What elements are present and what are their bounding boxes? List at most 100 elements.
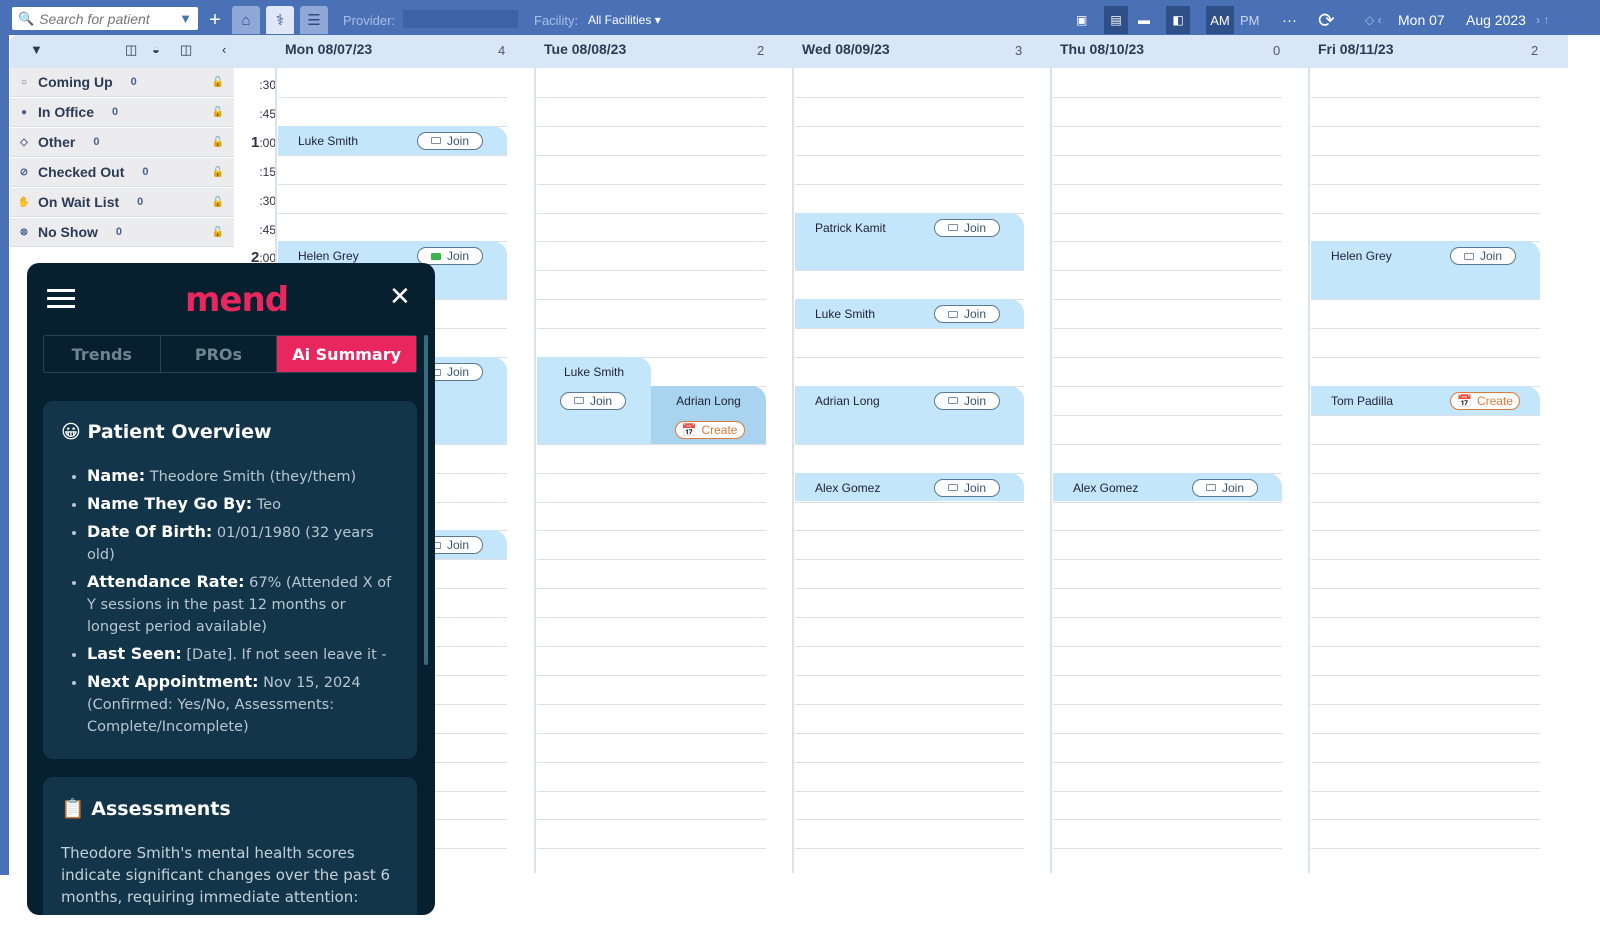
time-slot[interactable] bbox=[795, 674, 1024, 676]
join-button[interactable]: Join bbox=[934, 391, 1000, 410]
time-slot[interactable] bbox=[1053, 299, 1282, 301]
time-slot[interactable] bbox=[1053, 617, 1282, 619]
time-slot[interactable] bbox=[1311, 357, 1540, 358]
time-slot[interactable] bbox=[1053, 588, 1282, 590]
time-slot[interactable] bbox=[1053, 674, 1282, 676]
time-slot[interactable] bbox=[537, 703, 766, 705]
time-slot[interactable] bbox=[1053, 241, 1282, 243]
time-slot[interactable] bbox=[1311, 732, 1540, 734]
time-slot[interactable] bbox=[1053, 154, 1282, 156]
time-slot[interactable] bbox=[795, 646, 1024, 647]
time-slot[interactable] bbox=[1311, 472, 1540, 474]
tab-trends[interactable]: Trends bbox=[44, 336, 161, 372]
status-row[interactable]: ✋ On Wait List 0 🔓 bbox=[10, 188, 234, 217]
time-slot[interactable] bbox=[537, 674, 766, 676]
time-slot[interactable] bbox=[537, 501, 766, 503]
time-slot[interactable] bbox=[537, 299, 766, 301]
view-month-icon[interactable]: ▬ bbox=[1138, 6, 1150, 34]
time-slot[interactable] bbox=[1053, 819, 1282, 821]
time-slot[interactable] bbox=[537, 790, 766, 792]
facility-select[interactable]: All Facilities ▾ bbox=[588, 6, 661, 34]
time-slot[interactable] bbox=[795, 732, 1024, 734]
lock-icon[interactable]: 🔓 bbox=[212, 77, 224, 88]
time-slot[interactable] bbox=[1311, 443, 1540, 445]
current-month[interactable]: Aug 2023 bbox=[1466, 6, 1526, 34]
join-button[interactable]: Join bbox=[1192, 478, 1258, 497]
time-slot[interactable] bbox=[537, 617, 766, 619]
filter-icon[interactable]: ▼ bbox=[30, 42, 43, 57]
panel-scrollbar[interactable] bbox=[424, 335, 428, 665]
time-slot[interactable] bbox=[1053, 761, 1282, 763]
time-slot[interactable] bbox=[537, 530, 766, 532]
day-header[interactable]: Thu 08/10/23 bbox=[1060, 41, 1144, 57]
time-slot[interactable] bbox=[1053, 790, 1282, 792]
list-button[interactable]: ☰ bbox=[300, 6, 328, 34]
time-slot[interactable] bbox=[795, 270, 1024, 272]
lock-icon[interactable]: 🔓 bbox=[212, 137, 224, 148]
time-slot[interactable] bbox=[1311, 848, 1540, 850]
time-slot[interactable] bbox=[1053, 646, 1282, 647]
time-slot[interactable] bbox=[1311, 617, 1540, 619]
status-row[interactable]: ⊗ No Show 0 🔓 bbox=[10, 218, 234, 247]
time-slot[interactable] bbox=[1053, 559, 1282, 561]
time-slot[interactable] bbox=[278, 212, 507, 214]
time-slot[interactable] bbox=[795, 617, 1024, 619]
time-slot[interactable] bbox=[537, 154, 766, 156]
time-slot[interactable] bbox=[795, 443, 1024, 445]
day-header[interactable]: Fri 08/11/23 bbox=[1318, 41, 1394, 57]
pm-toggle[interactable]: PM bbox=[1240, 6, 1260, 34]
time-slot[interactable] bbox=[1311, 761, 1540, 763]
status-row[interactable]: ○ Coming Up 0 🔓 bbox=[10, 68, 234, 97]
time-slot[interactable] bbox=[1053, 96, 1282, 98]
provider-select[interactable] bbox=[403, 10, 518, 28]
create-button[interactable]: 📅 Create bbox=[674, 420, 745, 439]
time-slot[interactable] bbox=[537, 761, 766, 763]
time-slot[interactable] bbox=[1311, 588, 1540, 590]
time-slot[interactable] bbox=[1311, 646, 1540, 647]
time-slot[interactable] bbox=[1053, 530, 1282, 532]
time-slot[interactable] bbox=[1311, 183, 1540, 185]
time-slot[interactable] bbox=[1311, 559, 1540, 561]
time-slot[interactable] bbox=[1311, 125, 1540, 127]
time-slot[interactable] bbox=[537, 241, 766, 243]
join-button[interactable]: Join bbox=[934, 218, 1000, 237]
time-slot[interactable] bbox=[537, 96, 766, 98]
time-slot[interactable] bbox=[795, 154, 1024, 156]
time-slot[interactable] bbox=[537, 819, 766, 821]
time-slot[interactable] bbox=[795, 96, 1024, 98]
time-slot[interactable] bbox=[537, 270, 766, 272]
time-slot[interactable] bbox=[1311, 328, 1540, 330]
view-day-icon[interactable]: ▣ bbox=[1076, 6, 1087, 34]
status-row[interactable]: ◇ Other 0 🔓 bbox=[10, 128, 234, 157]
search-calendar-icon[interactable]: ◫ bbox=[125, 42, 137, 58]
time-slot[interactable] bbox=[1053, 414, 1282, 416]
time-slot[interactable] bbox=[795, 588, 1024, 590]
status-row[interactable]: ● In Office 0 🔓 bbox=[10, 98, 234, 127]
join-button[interactable]: Join bbox=[934, 478, 1000, 497]
next-icon[interactable]: › ↑ bbox=[1536, 6, 1549, 34]
menu-icon[interactable] bbox=[47, 289, 75, 313]
time-slot[interactable] bbox=[1311, 674, 1540, 676]
time-slot[interactable] bbox=[1311, 819, 1540, 821]
time-slot[interactable] bbox=[1311, 530, 1540, 532]
view-week-icon[interactable]: ▤ bbox=[1104, 6, 1128, 34]
time-slot[interactable] bbox=[1053, 703, 1282, 705]
time-slot[interactable] bbox=[795, 125, 1024, 127]
time-slot[interactable] bbox=[1311, 154, 1540, 156]
search-input[interactable] bbox=[39, 10, 170, 27]
time-slot[interactable] bbox=[795, 328, 1024, 330]
time-slot[interactable] bbox=[795, 761, 1024, 763]
time-slot[interactable] bbox=[1053, 357, 1282, 358]
join-button[interactable]: Join bbox=[1450, 247, 1516, 266]
time-slot[interactable] bbox=[795, 530, 1024, 532]
time-slot[interactable] bbox=[1053, 501, 1282, 503]
time-slot[interactable] bbox=[1053, 732, 1282, 734]
time-slot[interactable] bbox=[795, 790, 1024, 792]
time-slot[interactable] bbox=[795, 559, 1024, 561]
time-slot[interactable] bbox=[795, 501, 1024, 503]
time-slot[interactable] bbox=[1311, 96, 1540, 98]
lock-icon[interactable]: 🔓 bbox=[212, 197, 224, 208]
time-slot[interactable] bbox=[1053, 270, 1282, 272]
tab-pros[interactable]: PROs bbox=[161, 336, 278, 372]
am-toggle[interactable]: AM bbox=[1206, 6, 1234, 34]
